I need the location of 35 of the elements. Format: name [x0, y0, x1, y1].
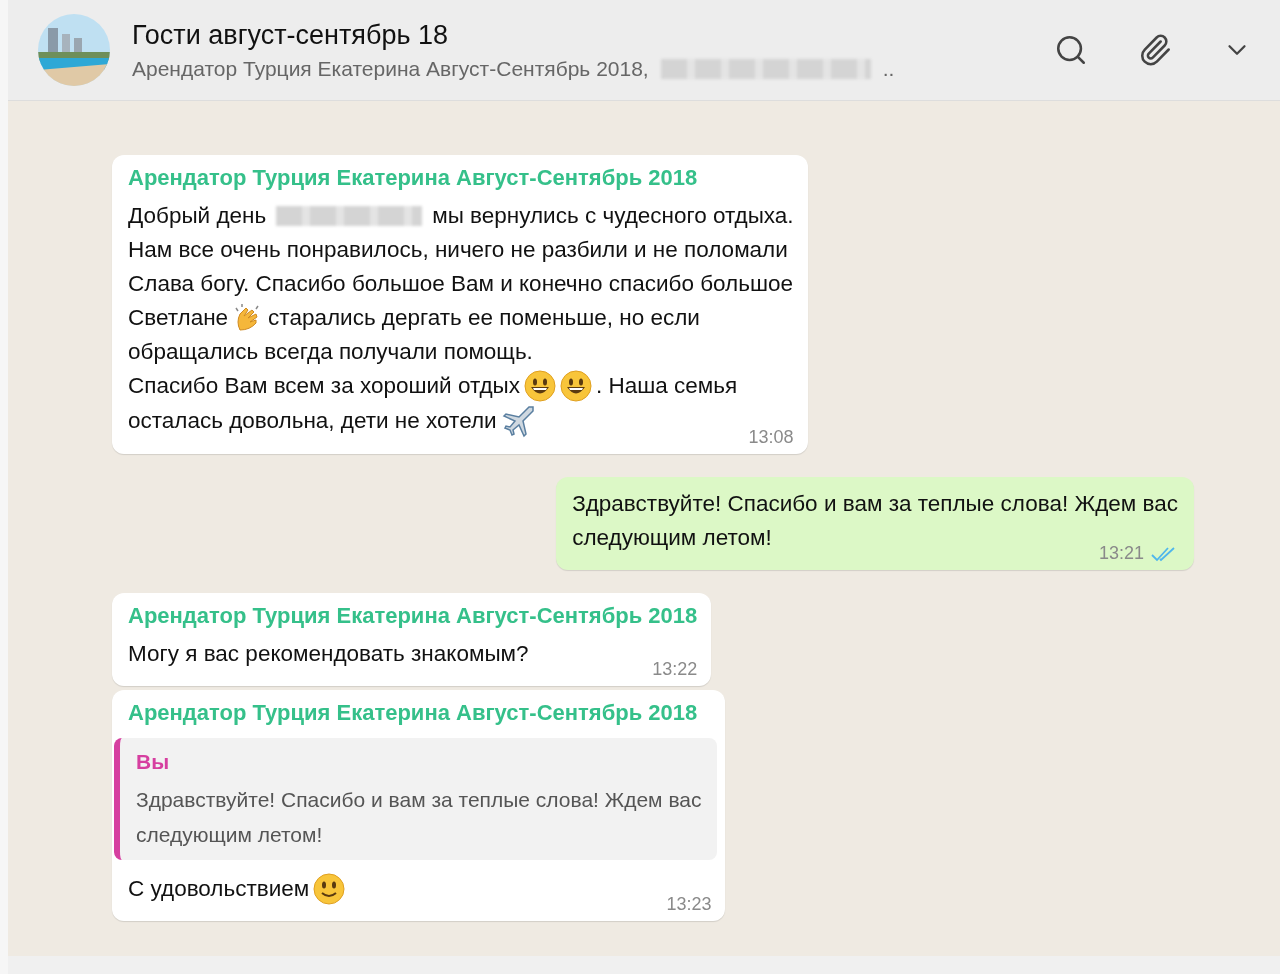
message-time: 13:22: [652, 659, 698, 680]
ellipsis: ..: [882, 56, 895, 81]
message-time: 13:08: [748, 427, 794, 448]
message-time: 13:21: [1098, 543, 1144, 564]
message-text: старались дергать ее поменьше, но если: [268, 304, 700, 332]
message-text: Могу я вас рекомендовать знакомым?: [128, 640, 529, 668]
chat-title: Гости август-сентябрь 18: [132, 19, 450, 51]
message-text: обращались всегда получали помощь.: [128, 338, 533, 366]
search-icon: [1054, 33, 1088, 67]
message-text: Спасибо Вам всем за хороший отдых: [128, 372, 521, 400]
message-text: следующим летом!: [572, 524, 772, 552]
message-text: Здравствуйте! Спасибо и вам за теплые слова! Ждем вас: [572, 490, 1178, 518]
message-text: Слава богу. Спасибо большое Вам и конечно спасибо большое: [128, 270, 793, 298]
search-button[interactable]: [1054, 33, 1088, 67]
message-text: . Наша семья: [596, 372, 738, 400]
sender-name: Арендатор Турция Екатерина Август-Сентябрь 2018: [128, 165, 699, 191]
message-text: Светлане: [128, 304, 229, 332]
sender-name: Арендатор Турция Екатерина Август-Сентябрь 2018: [128, 603, 698, 629]
message-text: осталась довольна, дети не хотели: [128, 407, 497, 435]
smiling-face-icon: [313, 873, 346, 905]
quote-text: Здравствуйте! Спасибо и вам за теплые слова! Ждем вас: [136, 787, 702, 813]
message-text: Добрый день: [128, 202, 267, 230]
message-text: мы вернулись с чудесного отдыха.: [432, 202, 794, 230]
airplane-icon: [500, 403, 537, 439]
grinning-face-icon: [560, 370, 593, 402]
attach-button[interactable]: [1138, 33, 1172, 67]
paperclip-icon: [1138, 33, 1172, 67]
participants-list: Арендатор Турция Екатерина Август-Сентябрь 2018,: [132, 56, 649, 81]
message-text: Нам все очень понравилось, ничего не разбили и не поломали: [128, 236, 788, 264]
quote-text: следующим летом!: [136, 822, 324, 848]
quote-author: Вы: [136, 750, 171, 774]
grinning-face-icon: [524, 370, 557, 402]
message-text: С удовольствием: [128, 875, 310, 903]
message-time: 13:23: [666, 894, 712, 915]
sender-name: Арендатор Турция Екатерина Август-Сентябрь 2018: [128, 700, 699, 726]
